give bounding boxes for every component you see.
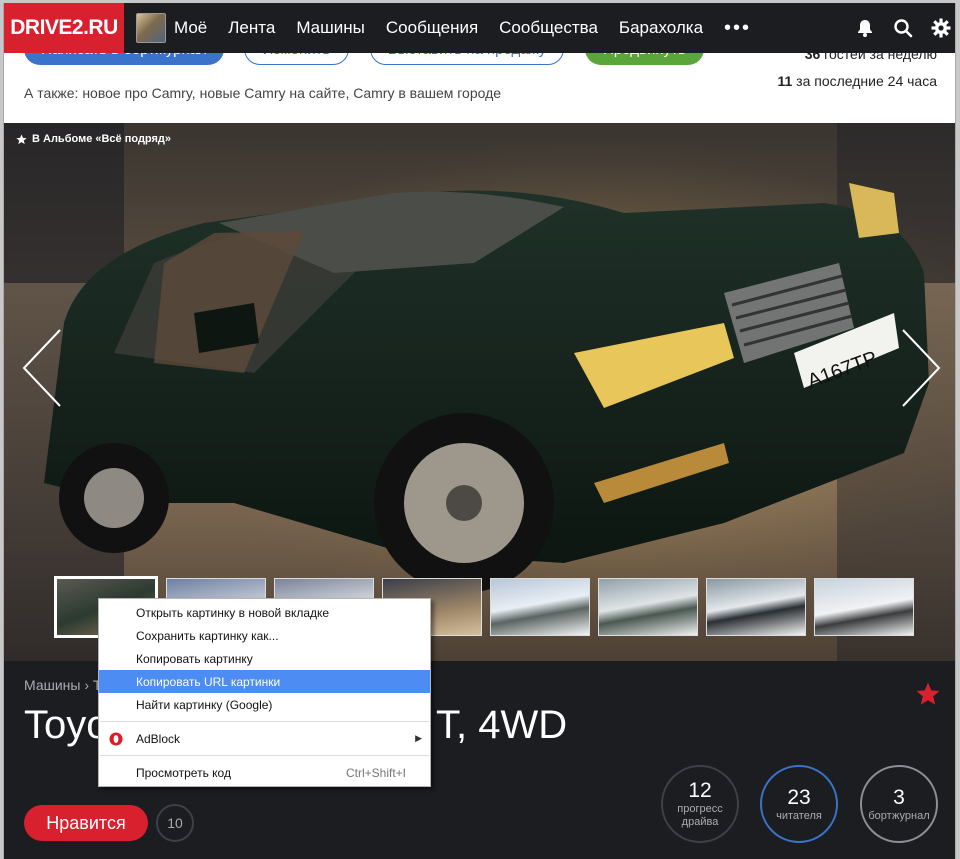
stat-number: 3	[893, 785, 905, 809]
menu-item-open-image-new-tab[interactable]: Открыть картинку в новой вкладке	[99, 601, 430, 624]
menu-separator	[100, 721, 429, 722]
menu-item-search-image-google[interactable]: Найти картинку (Google)	[99, 693, 430, 716]
top-navigation: DRIVE2.RU Моё Лента Машины Сообщения Соо…	[4, 3, 955, 53]
readers-stat[interactable]: 23 читателя	[760, 765, 838, 843]
chevron-right-icon	[902, 329, 941, 407]
menu-item-adblock-label: AdBlock	[136, 731, 181, 746]
stat-number: 12	[688, 779, 712, 802]
logbook-stat[interactable]: 3 бортжурнал	[860, 765, 938, 843]
album-label-text: В Альбоме «Всё подряд»	[32, 133, 172, 145]
avatar[interactable]	[136, 13, 166, 43]
gear-icon[interactable]	[931, 18, 951, 38]
previous-photo-button[interactable]	[22, 328, 62, 413]
context-menu: Открыть картинку в новой вкладке Сохрани…	[98, 598, 431, 787]
nav-item-market[interactable]: Барахолка	[619, 18, 703, 38]
breadcrumb[interactable]: Машины › T	[24, 677, 101, 693]
shortcut-label: Ctrl+Shift+I	[345, 765, 406, 780]
menu-item-save-image-as[interactable]: Сохранить картинку как...	[99, 624, 430, 647]
site-logo[interactable]: DRIVE2.RU	[4, 3, 124, 53]
next-photo-button[interactable]	[901, 328, 941, 413]
like-button[interactable]: Нравится	[24, 805, 148, 841]
nav-item-mine[interactable]: Моё	[174, 18, 207, 38]
menu-item-inspect[interactable]: Просмотреть код Ctrl+Shift+I	[99, 761, 430, 784]
search-icon[interactable]	[893, 18, 913, 38]
menu-item-adblock[interactable]: AdBlock ▶	[99, 727, 430, 750]
drive-progress-stat[interactable]: 12 прогресс драйва	[661, 765, 739, 843]
like-count: 10	[156, 804, 194, 842]
guests-day-text: за последние 24 часа	[792, 73, 937, 89]
album-label[interactable]: В Альбоме «Всё подряд»	[16, 133, 171, 145]
nav-item-cars[interactable]: Машины	[296, 18, 365, 38]
also-links[interactable]: А также: новое про Camry, новые Camry на…	[24, 85, 501, 101]
star-icon	[16, 133, 27, 144]
menu-separator	[100, 755, 429, 756]
stat-number: 23	[787, 785, 811, 809]
thumbnail[interactable]	[814, 578, 914, 636]
page-title-end: T, 4WD	[436, 703, 568, 747]
guests-day: 11 за последние 24 часа	[777, 68, 937, 95]
page-title: Toyo T, 4WD	[24, 703, 567, 748]
nav-icons	[855, 3, 951, 53]
stat-label: драйва	[681, 816, 719, 828]
submenu-arrow-icon: ▶	[415, 733, 422, 743]
favorite-star-button[interactable]	[915, 681, 941, 712]
nav-item-messages[interactable]: Сообщения	[386, 18, 478, 38]
nav-item-feed[interactable]: Лента	[228, 18, 275, 38]
nav-more-button[interactable]: •••	[724, 17, 751, 40]
chevron-left-icon	[22, 329, 61, 407]
thumbnail[interactable]	[598, 578, 698, 636]
thumbnail[interactable]	[706, 578, 806, 636]
menu-item-copy-image[interactable]: Копировать картинку	[99, 647, 430, 670]
page-title-start: Toyo	[24, 703, 109, 747]
stat-label: прогресс	[677, 803, 723, 815]
thumbnail[interactable]	[490, 578, 590, 636]
bell-icon[interactable]	[855, 18, 875, 38]
menu-item-copy-image-url[interactable]: Копировать URL картинки	[99, 670, 430, 693]
stat-label: читателя	[776, 809, 822, 822]
photo-gallery: А167ТР В Альбоме «Всё подряд»	[4, 123, 955, 661]
star-icon	[916, 682, 940, 705]
guests-day-count: 11	[777, 73, 793, 89]
nav-menu: Моё Лента Машины Сообщения Сообщества Ба…	[174, 17, 751, 40]
menu-item-inspect-label: Просмотреть код	[136, 765, 231, 780]
nav-item-communities[interactable]: Сообщества	[499, 18, 598, 38]
adblock-icon	[109, 732, 123, 746]
browser-page: Написать в бортжурнал Изменить Выставить…	[3, 3, 956, 859]
stat-label: бортжурнал	[868, 809, 930, 822]
